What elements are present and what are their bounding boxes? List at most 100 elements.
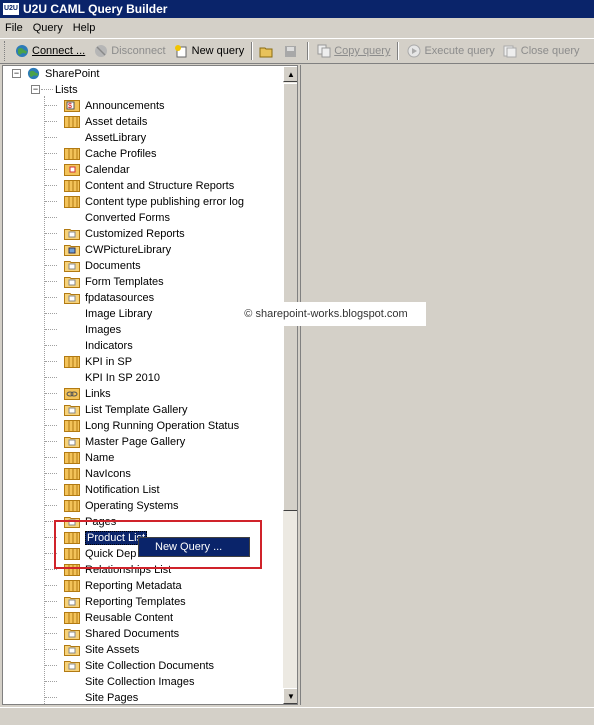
tree-item-list[interactable]: Long Running Operation Status	[64, 418, 239, 433]
tree-item-list[interactable]: Reporting Templates	[64, 594, 186, 609]
toolbar-grip[interactable]	[4, 41, 7, 61]
close-query-button[interactable]: Close query	[499, 40, 584, 62]
tree-connector	[45, 105, 57, 106]
tree-item-list[interactable]: Images	[64, 322, 121, 337]
tree-item-list[interactable]: KPI In SP 2010	[64, 370, 160, 385]
list-icon	[64, 115, 80, 128]
save-disk-icon	[283, 44, 298, 59]
tree-item-list[interactable]: Customized Reports	[64, 226, 185, 241]
tree-item-list[interactable]: Content and Structure Reports	[64, 178, 234, 193]
connect-button[interactable]: Connect ...	[10, 40, 89, 62]
tree-item-list[interactable]: Name	[64, 450, 114, 465]
tree-item-label: Documents	[85, 259, 141, 272]
tree-root-sharepoint[interactable]: SharePoint	[27, 66, 99, 81]
list-icon	[64, 483, 80, 496]
tree-item-label: Calendar	[85, 163, 130, 176]
tree-connector	[45, 473, 57, 474]
open-button[interactable]	[256, 40, 280, 62]
tree-item-list[interactable]: Operating Systems	[64, 498, 179, 513]
announcements-icon: $	[64, 99, 80, 112]
play-icon	[406, 44, 421, 59]
tree-connector	[45, 169, 57, 170]
tree-item-list[interactable]: Image Library	[64, 306, 152, 321]
tree-item-label: fpdatasources	[85, 291, 155, 304]
list-icon	[64, 499, 80, 512]
tree-item-list[interactable]: Form Templates	[64, 274, 164, 289]
tree-item-list[interactable]: Site Collection Images	[64, 674, 194, 689]
library-icon	[64, 435, 80, 448]
copy-query-button[interactable]: Copy query	[312, 40, 394, 62]
toolbar: Connect ... Disconnect New query Copy qu…	[0, 38, 594, 64]
tree-item-label: Links	[85, 387, 111, 400]
context-menu-new-query[interactable]: New Query ...	[138, 537, 250, 557]
tree-item-list[interactable]: KPI in SP	[64, 354, 132, 369]
tree-item-list[interactable]: Asset details	[64, 114, 147, 129]
tree-connector	[45, 409, 57, 410]
new-query-icon	[174, 44, 189, 59]
menu-help[interactable]: Help	[68, 22, 101, 34]
tree-item-list[interactable]: $ Announcements	[64, 98, 165, 113]
scroll-down-arrow-icon[interactable]: ▼	[283, 688, 297, 704]
tree-item-list[interactable]: AssetLibrary	[64, 130, 146, 145]
tree-node-lists[interactable]: Lists	[55, 82, 78, 97]
tree-item-label: Images	[85, 323, 122, 336]
new-query-button[interactable]: New query	[170, 40, 249, 62]
title-bar: U2U U2U CAML Query Builder	[0, 0, 594, 18]
tree-item-label: Site Collection Documents	[85, 659, 215, 672]
tree-item-label: Asset details	[85, 115, 148, 128]
tree-connector	[45, 121, 57, 122]
tree-item-list[interactable]: Documents	[64, 258, 141, 273]
menu-query[interactable]: Query	[28, 22, 68, 34]
tree-item-label: Reporting Templates	[85, 595, 186, 608]
tree-item-label: Notification List	[85, 483, 160, 496]
library-icon	[64, 275, 80, 288]
list-icon	[64, 179, 80, 192]
disconnect-button[interactable]: Disconnect	[89, 40, 169, 62]
tree-item-list[interactable]: NavIcons	[64, 466, 131, 481]
tree-item-label: Form Templates	[85, 275, 164, 288]
tree-item-list[interactable]: fpdatasources	[64, 290, 154, 305]
tree-connector	[45, 697, 57, 698]
list-icon	[64, 467, 80, 480]
sharepoint-globe-icon	[27, 67, 40, 80]
tree-item-list[interactable]: Reusable Content	[64, 610, 173, 625]
tree-expander-root-icon[interactable]: −	[12, 69, 21, 78]
tree-item-list[interactable]: Calendar	[64, 162, 130, 177]
tree-connector	[45, 313, 57, 314]
scroll-up-arrow-icon[interactable]: ▲	[283, 66, 297, 82]
tree-item-label: Indicators	[85, 339, 133, 352]
library-icon	[64, 227, 80, 240]
scroll-thumb[interactable]	[283, 83, 297, 511]
tree-item-list[interactable]: Shared Documents	[64, 626, 179, 641]
tree-item-list[interactable]: Indicators	[64, 338, 133, 353]
library-icon	[64, 595, 80, 608]
tree-item-list[interactable]: Links	[64, 386, 111, 401]
open-folder-icon	[259, 44, 274, 59]
tree-pane: − SharePoint − Lists $ Announcements Asset det…	[2, 65, 298, 705]
save-button[interactable]	[280, 40, 304, 62]
tree-item-list[interactable]: Site Collection Documents	[64, 658, 214, 673]
toolbar-separator	[251, 42, 254, 60]
tree-item-list[interactable]: Converted Forms	[64, 210, 170, 225]
tree-item-list[interactable]: CWPictureLibrary	[64, 242, 171, 257]
tree-item-list[interactable]: Reporting Metadata	[64, 578, 182, 593]
tree-connector	[45, 457, 57, 458]
tree-item-list[interactable]: Cache Profiles	[64, 146, 157, 161]
tree-expander-lists-icon[interactable]: −	[31, 85, 40, 94]
tree-connector	[45, 153, 57, 154]
globe-icon	[14, 44, 29, 59]
tree-item-list[interactable]: Site Pages	[64, 690, 138, 704]
library-icon	[64, 259, 80, 272]
tree-item-list[interactable]: Site Assets	[64, 642, 139, 657]
tree-connector	[45, 601, 57, 602]
execute-query-button[interactable]: Execute query	[402, 40, 498, 62]
tree-item-list[interactable]: List Template Gallery	[64, 402, 188, 417]
list-icon	[64, 195, 80, 208]
menu-file[interactable]: File	[0, 22, 28, 34]
tree-item-list[interactable]: Master Page Gallery	[64, 434, 185, 449]
tree-scrollbar[interactable]: ▲ ▼	[283, 66, 297, 704]
tree-connector	[45, 681, 57, 682]
tree-item-list[interactable]: Content type publishing error log	[64, 194, 244, 209]
tree-item-label: KPI in SP	[85, 355, 133, 368]
tree-item-list[interactable]: Notification List	[64, 482, 160, 497]
